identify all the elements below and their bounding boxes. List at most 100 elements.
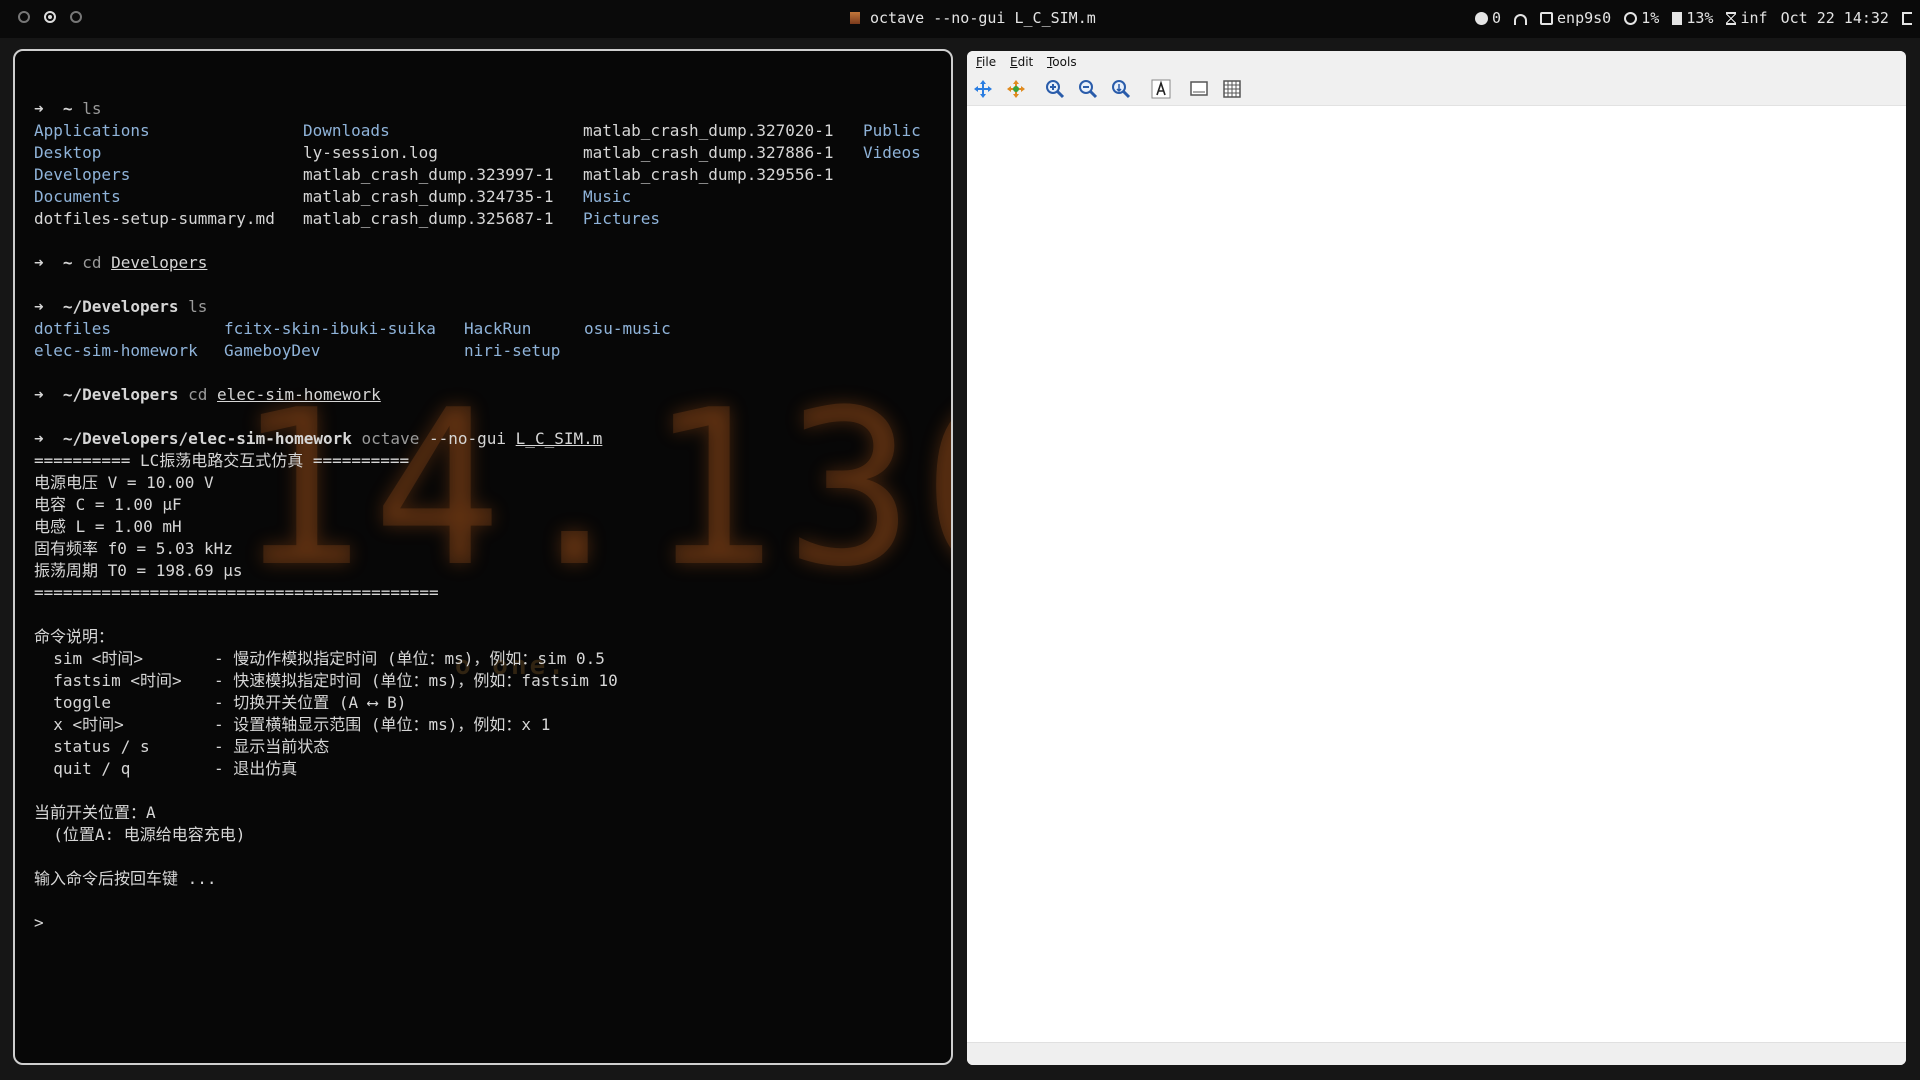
focused-window-title: octave --no-gui L_C_SIM.m [850,9,1096,27]
ls-entry: Pictures [583,209,661,228]
octave-figure-window[interactable]: File Edit Tools [967,51,1906,1065]
ls-entry: matlab_crash_dump.325687-1 [303,209,554,228]
ls-entry: dotfiles [34,319,112,338]
toggle-grid-icon[interactable] [1222,79,1242,99]
prompt-arrow: ➜ [34,253,44,272]
workspace-indicator-2-active[interactable] [44,11,56,23]
ls-entry: HackRun [464,319,532,338]
ls-entry: matlab_crash_dump.323997-1 [303,165,554,184]
prompt-line: ➜ ~ ls [34,98,944,120]
ls-entry: matlab_crash_dump.327886-1 [583,143,834,162]
help-row: x <时间> - 设置横轴显示范围 (单位：ms)，例如：x 1 [34,714,944,736]
terminal-window[interactable]: 14.130209 o one. ➜ ~ ls Applications Dow… [13,49,953,1065]
figure-menubar: File Edit Tools [967,51,1906,73]
help-description: - 切换开关位置 (A ⟷ B) [214,693,407,712]
command-arg: elec-sim-homework [217,385,381,404]
ls-entry: Desktop [34,143,102,162]
ls-entry: fcitx-skin-ibuki-suika [224,319,436,338]
download-icon [1474,12,1488,25]
switch-state: 当前开关位置：A [34,803,156,822]
ls-row: Developers matlab_crash_dump.323997-1 ma… [34,164,944,186]
prompt-cwd: ~ [62,253,73,272]
prompt-cwd: ~/Developers/elec-sim-homework [62,429,352,448]
command-text: cd [82,253,102,272]
figure-toolbar [967,73,1906,106]
help-description: - 设置横轴显示范围 (单位：ms)，例如：x 1 [214,715,551,734]
command-text: octave [361,429,420,448]
help-row: fastsim <时间> - 快速模拟指定时间 (单位：ms)，例如：fastsi… [34,670,944,692]
prompt-arrow: ➜ [34,385,44,404]
help-row: toggle - 切换开关位置 (A ⟷ B) [34,692,944,714]
terminal-output[interactable]: ➜ ~ ls Applications Downloads matlab_cra… [34,98,944,934]
prompt-arrow: ➜ [34,429,44,448]
workspace-indicator-3[interactable] [70,11,82,23]
prompt-line: ➜ ~ cd Developers [34,252,944,274]
cpu-usage: 1% [1641,9,1660,27]
ls-entry: matlab_crash_dump.324735-1 [303,187,554,206]
prompt-line: ➜ ~/Developers ls [34,296,944,318]
help-command: toggle [34,693,112,712]
ls-entry: GameboyDev [224,341,321,360]
ls-entry: elec-sim-homework [34,341,198,360]
auto-axis-icon[interactable] [1111,79,1131,99]
sim-param-line: 振荡周期 T0 = 198.69 μs [34,561,243,580]
help-description: - 快速模拟指定时间 (单位：ms)，例如：fastsim 10 [214,671,618,690]
insert-text-icon[interactable] [1151,79,1171,99]
headphones-icon[interactable] [1514,14,1527,25]
prompt-line: ➜ ~/Developers/elec-sim-homework octave … [34,428,944,450]
sim-param-line: 电感 L = 1.00 mH [34,517,182,536]
network-interface: enp9s0 [1557,9,1612,27]
help-command: x <时间> [34,715,124,734]
network-icon [1540,12,1554,25]
ls-entry: Videos [863,143,921,162]
command-flag: --no-gui [428,429,507,448]
top-bar: octave --no-gui L_C_SIM.m 0 enp9s0 1% 13… [0,0,1920,38]
memory-icon [1672,12,1683,25]
rotate-icon[interactable] [1006,79,1026,99]
sim-param-line: 电源电压 V = 10.00 V [34,473,214,492]
help-command: status / s [34,737,150,756]
cpu-icon [1624,12,1638,25]
help-command: sim <时间> [34,649,144,668]
zoom-out-icon[interactable] [1078,79,1098,99]
ls-row: dotfiles-setup-summary.md matlab_crash_d… [34,208,944,230]
switch-note: (位置A: 电源给电容充电) [34,825,246,844]
menu-file[interactable]: File [976,55,996,69]
ls-entry: Applications [34,121,150,140]
ls-entry: Music [583,187,632,206]
input-prompt[interactable]: > [34,912,944,934]
help-description: - 慢动作模拟指定时间 (单位：ms)，例如：sim 0.5 [214,649,605,668]
menu-edit[interactable]: Edit [1010,55,1033,69]
prompt-cwd: ~/Developers [62,297,179,316]
ls-row: Documents matlab_crash_dump.324735-1 Mus… [34,186,944,208]
help-description: - 退出仿真 [214,759,298,778]
toggle-axes-icon[interactable] [1189,79,1209,99]
input-hint: 输入命令后按回车键 ... [34,869,217,888]
hourglass-icon [1726,12,1737,25]
help-row: sim <时间> - 慢动作模拟指定时间 (单位：ms)，例如：sim 0.5 [34,648,944,670]
prompt-cwd: ~/Developers [62,385,179,404]
clock: Oct 22 14:32 [1780,9,1889,27]
help-description: - 显示当前状态 [214,737,330,756]
window-title-text: octave --no-gui L_C_SIM.m [870,9,1096,27]
ls-entry: Documents [34,187,121,206]
command-arg: Developers [111,253,208,272]
command-text: cd [188,385,208,404]
help-row: status / s - 显示当前状态 [34,736,944,758]
ls-entry: dotfiles-setup-summary.md [34,209,275,228]
zoom-in-icon[interactable] [1045,79,1065,99]
figure-status-strip [967,1042,1906,1065]
ls-entry: osu-music [584,319,671,338]
menu-tools[interactable]: Tools [1047,55,1077,69]
workspace-indicator-1[interactable] [18,11,30,23]
help-command: fastsim <时间> [34,671,182,690]
sim-param-line: 固有频率 f0 = 5.03 kHz [34,539,233,558]
status-area: 0 enp9s0 1% 13% inf Oct 22 14:32 [1471,9,1912,27]
pan-icon[interactable] [973,79,993,99]
prompt-arrow: ➜ [34,99,44,118]
prompt-arrow: ➜ [34,297,44,316]
power-icon[interactable] [1902,12,1912,25]
octave-app-icon [850,12,860,24]
sim-param-line: 电容 C = 1.00 μF [34,495,182,514]
ls-entry: Downloads [303,121,390,140]
